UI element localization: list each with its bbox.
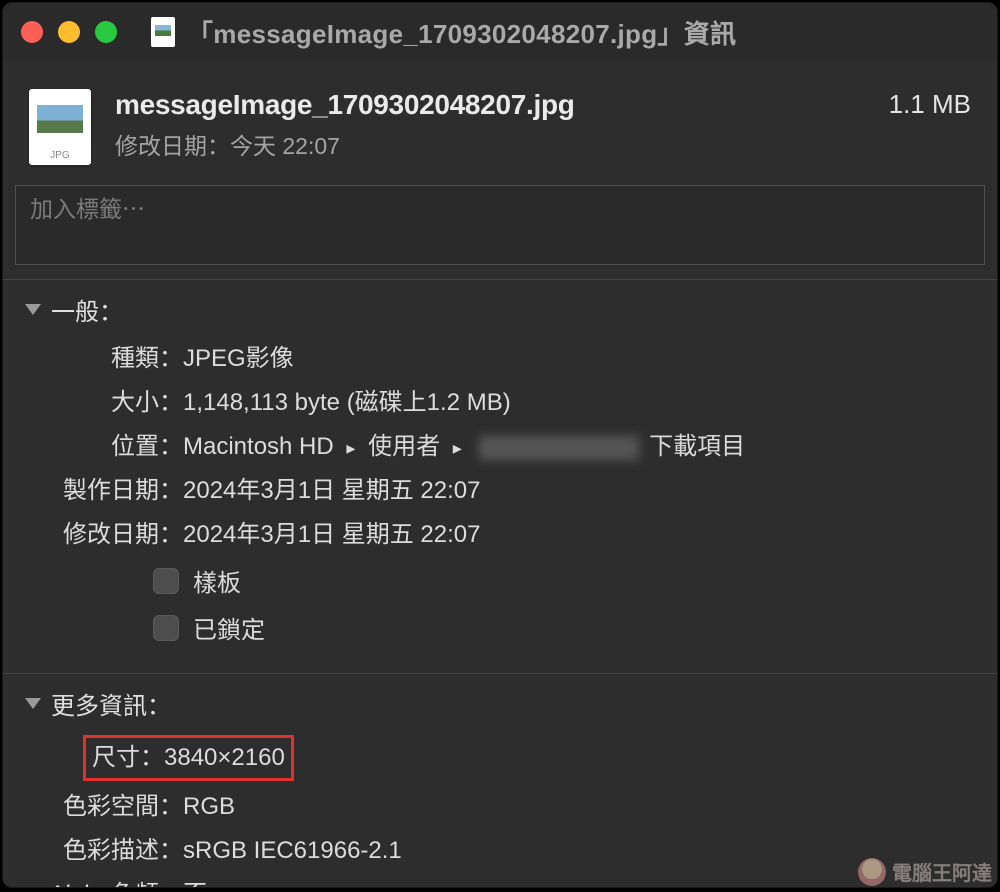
close-button[interactable] — [21, 21, 43, 43]
created-label: 製作日期： — [3, 473, 183, 509]
file-badge: JPG — [29, 150, 91, 161]
colorprofile-label: 色彩描述： — [3, 833, 183, 869]
section-more-info-header[interactable]: 更多資訊： — [3, 686, 997, 721]
tags-input[interactable] — [30, 196, 970, 223]
redacted-path-segment — [479, 436, 639, 460]
file-size: 1.1 MB — [889, 89, 971, 120]
kind-label: 種類： — [3, 341, 183, 377]
dimensions-highlight: 尺寸：3840×2160 — [83, 735, 294, 781]
traffic-lights — [21, 21, 117, 43]
watermark: 電腦王阿達 — [858, 857, 992, 886]
modified-label: 修改日期： — [3, 517, 183, 553]
window-title: 「messageImage_1709302048207.jpg」資訊 — [187, 14, 736, 51]
file-thumbnail-icon: JPG — [29, 89, 91, 165]
template-label: 樣板 — [193, 563, 241, 598]
locked-checkbox[interactable] — [153, 615, 179, 641]
alpha-label: Alpha色頻： — [3, 877, 183, 888]
path-separator-icon: ▸ — [346, 438, 355, 458]
template-checkbox[interactable] — [153, 568, 179, 594]
dimensions-value: 3840×2160 — [164, 744, 285, 771]
section-general-title: 一般： — [51, 292, 123, 327]
info-window: 「messageImage_1709302048207.jpg」資訊 JPG m… — [2, 2, 998, 888]
colorspace-label: 色彩空間： — [3, 789, 183, 825]
size-value: 1,148,113 byte (磁碟上1.2 MB) — [183, 385, 511, 421]
zoom-button[interactable] — [95, 21, 117, 43]
filename: messageImage_1709302048207.jpg — [115, 89, 865, 121]
kind-value: JPEG影像 — [183, 341, 294, 377]
modified-value: 2024年3月1日 星期五 22:07 — [183, 517, 480, 553]
tags-field[interactable] — [15, 185, 985, 265]
section-general-header[interactable]: 一般： — [3, 292, 997, 327]
created-value: 2024年3月1日 星期五 22:07 — [183, 473, 480, 509]
where-value: Macintosh HD ▸ 使用者 ▸ 下載項目 — [183, 429, 745, 465]
watermark-icon — [858, 858, 886, 886]
section-general: 一般： 種類： JPEG影像 大小： 1,148,113 byte (磁碟上1.… — [3, 279, 997, 659]
colorprofile-value: sRGB IEC61966-2.1 — [183, 833, 402, 869]
where-label: 位置： — [3, 429, 183, 465]
watermark-text: 電腦王阿達 — [892, 857, 992, 886]
modified-summary: 修改日期：今天 22:07 — [115, 127, 865, 161]
minimize-button[interactable] — [58, 21, 80, 43]
chevron-down-icon — [25, 304, 41, 315]
colorspace-value: RGB — [183, 789, 235, 825]
file-header: JPG messageImage_1709302048207.jpg 修改日期：… — [3, 61, 997, 175]
size-label: 大小： — [3, 385, 183, 421]
alpha-value: 否 — [183, 877, 207, 888]
dimensions-label: 尺寸： — [92, 744, 164, 771]
titlebar: 「messageImage_1709302048207.jpg」資訊 — [3, 3, 997, 61]
titlebar-file-icon — [151, 17, 175, 47]
chevron-down-icon — [25, 698, 41, 709]
section-more-info: 更多資訊： 尺寸：3840×2160 色彩空間： RGB 色彩描述： sRGB … — [3, 673, 997, 888]
path-separator-icon: ▸ — [453, 438, 462, 458]
locked-label: 已鎖定 — [193, 610, 265, 645]
section-more-info-title: 更多資訊： — [51, 686, 171, 721]
